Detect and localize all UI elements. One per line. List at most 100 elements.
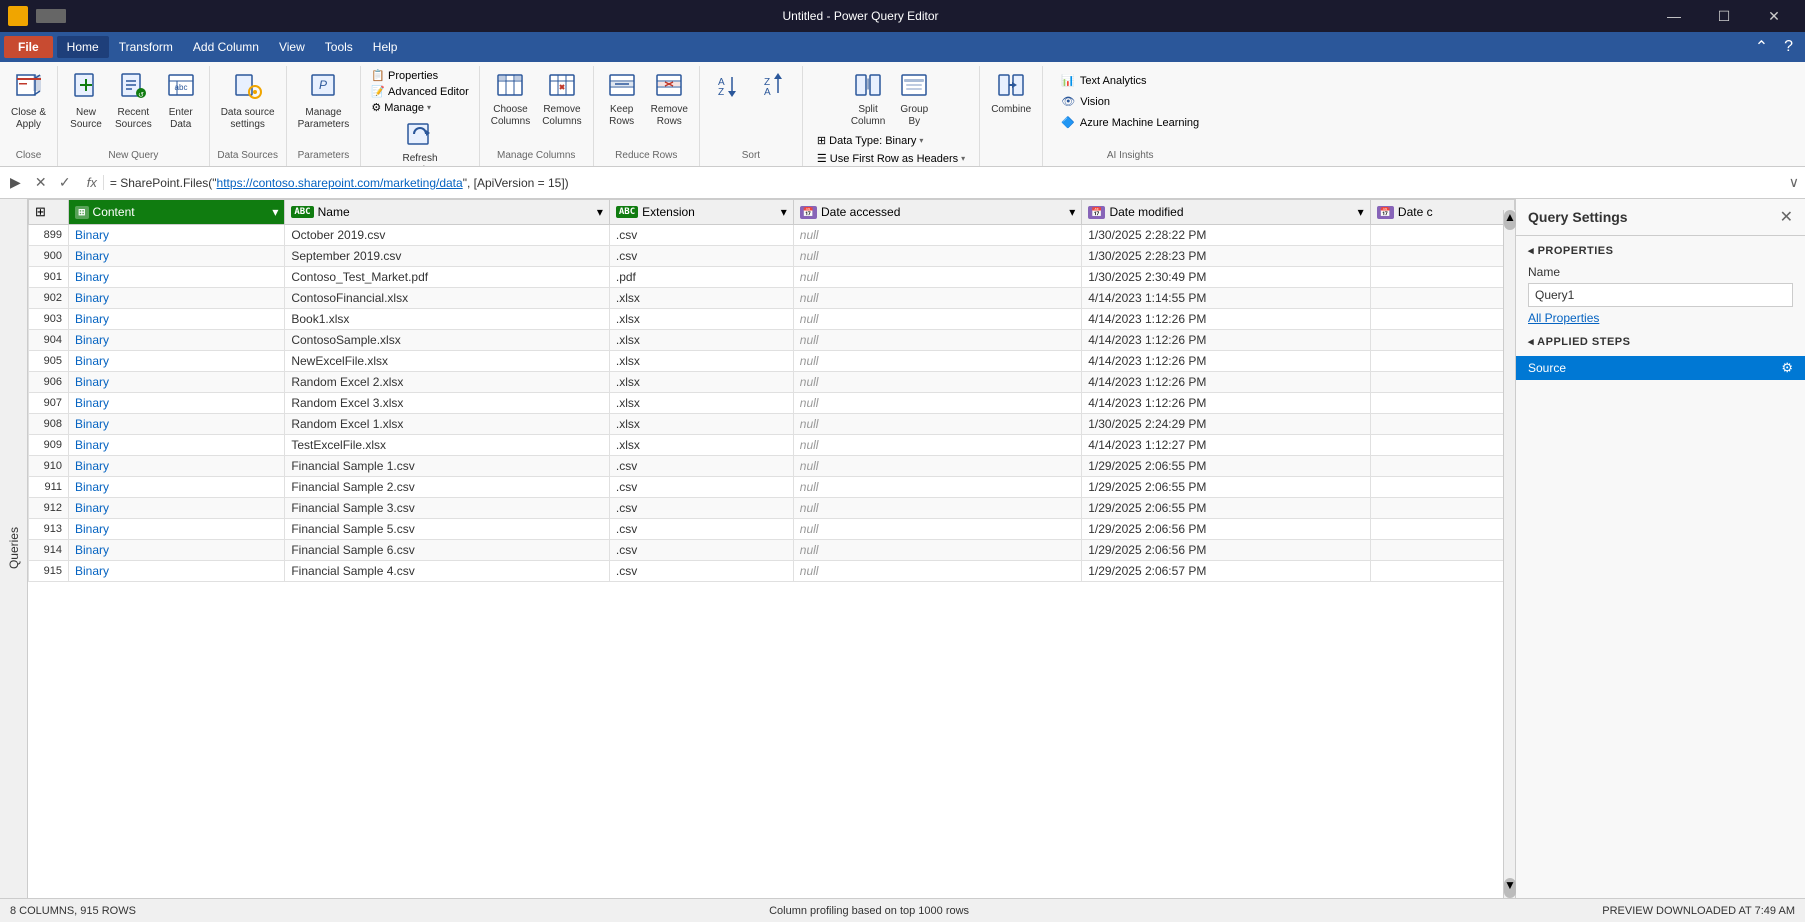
table-row: 907 Binary Random Excel 3.xlsx .xlsx nul… xyxy=(29,393,1515,414)
help-menu[interactable]: Help xyxy=(363,36,408,58)
vision-icon: 👁 xyxy=(1061,95,1075,108)
split-column-button[interactable]: | Split Column xyxy=(846,68,890,131)
sharepoint-url[interactable]: https://contoso.sharepoint.com/marketing… xyxy=(217,176,463,190)
formula-collapse-button[interactable]: ∨ xyxy=(1789,174,1799,191)
binary-link[interactable]: Binary xyxy=(75,291,109,305)
scroll-up-arrow[interactable]: ▲ xyxy=(1504,210,1515,230)
transform-menu[interactable]: Transform xyxy=(109,36,183,58)
binary-link[interactable]: Binary xyxy=(75,396,109,410)
extension-cell: .xlsx xyxy=(609,309,793,330)
binary-link[interactable]: Binary xyxy=(75,480,109,494)
scroll-down-arrow[interactable]: ▼ xyxy=(1504,878,1515,898)
binary-link[interactable]: Binary xyxy=(75,417,109,431)
combine-button[interactable]: Combine xyxy=(986,68,1036,119)
binary-link[interactable]: Binary xyxy=(75,333,109,347)
app-title: Untitled - Power Query Editor xyxy=(78,9,1643,23)
view-menu[interactable]: View xyxy=(269,36,315,58)
extension-cell: .xlsx xyxy=(609,435,793,456)
svg-text:Z: Z xyxy=(718,87,724,98)
choose-columns-button[interactable]: Choose Columns xyxy=(486,68,535,131)
ribbon-group-data-sources: Data source settings Data Sources xyxy=(210,66,287,166)
binary-link[interactable]: Binary xyxy=(75,564,109,578)
use-first-row-label: Use First Row as Headers xyxy=(830,153,958,165)
help-icon-button[interactable]: ? xyxy=(1776,34,1801,60)
date-modified-col-header: 📅 Date modified ▾ xyxy=(1082,200,1370,225)
remove-columns-button[interactable]: Remove Columns xyxy=(537,68,586,131)
date-accessed-value: null xyxy=(800,291,819,305)
keep-rows-button[interactable]: Keep Rows xyxy=(600,68,644,131)
formula-input[interactable]: = SharePoint.Files("https://contoso.shar… xyxy=(110,176,1783,190)
binary-link[interactable]: Binary xyxy=(75,501,109,515)
date-created-cell xyxy=(1370,414,1514,435)
binary-link[interactable]: Binary xyxy=(75,459,109,473)
ribbon-group-query: 📋 Properties 📝 Advanced Editor ⚙ Manage … xyxy=(361,66,479,166)
binary-link[interactable]: Binary xyxy=(75,375,109,389)
use-first-row-button[interactable]: ☰ Use First Row as Headers ▾ xyxy=(813,151,969,166)
formula-confirm-button[interactable]: ✓ xyxy=(55,174,75,191)
tools-menu[interactable]: Tools xyxy=(315,36,363,58)
date-modified-col-filter[interactable]: ▾ xyxy=(1358,205,1364,219)
date-modified-cell: 1/29/2025 2:06:55 PM xyxy=(1082,498,1370,519)
binary-link[interactable]: Binary xyxy=(75,522,109,536)
remove-rows-button[interactable]: Remove Rows xyxy=(646,68,693,131)
vision-button[interactable]: 👁 Vision xyxy=(1057,93,1114,110)
query-name-input[interactable] xyxy=(1528,283,1793,307)
content-col-filter[interactable]: ▾ xyxy=(272,205,278,219)
recent-sources-label: Recent Sources xyxy=(115,107,152,131)
close-apply-button[interactable]: Close & Apply xyxy=(6,68,51,134)
step-source-gear[interactable]: ⚙ xyxy=(1781,360,1793,376)
file-menu[interactable]: File xyxy=(4,36,53,58)
expand-panel-button[interactable]: ▶ xyxy=(6,172,25,193)
sort-az-button[interactable]: A Z xyxy=(706,68,750,105)
ribbon-group-parameters: P Manage Parameters Parameters xyxy=(287,66,362,166)
binary-link[interactable]: Binary xyxy=(75,543,109,557)
row-num-cell: 914 xyxy=(29,540,69,561)
close-button[interactable]: ✕ xyxy=(1751,0,1797,32)
manage-parameters-button[interactable]: P Manage Parameters xyxy=(293,68,355,134)
refresh-preview-button[interactable]: Refresh Preview xyxy=(392,117,448,167)
minimize-button[interactable]: — xyxy=(1651,0,1697,32)
status-preview-time: PREVIEW DOWNLOADED AT 7:49 AM xyxy=(1602,905,1795,917)
home-menu[interactable]: Home xyxy=(57,36,109,58)
date-accessed-value: null xyxy=(800,354,819,368)
binary-link[interactable]: Binary xyxy=(75,354,109,368)
enter-data-button[interactable]: abc Enter Data xyxy=(159,68,203,134)
binary-link[interactable]: Binary xyxy=(75,270,109,284)
advanced-editor-button[interactable]: 📝 Advanced Editor xyxy=(367,84,472,99)
azure-ml-button[interactable]: 🔷 Azure Machine Learning xyxy=(1057,114,1203,131)
vertical-scrollbar[interactable]: ▲ ▼ xyxy=(1503,210,1515,898)
recent-sources-button[interactable]: ↺ Recent Sources xyxy=(110,68,157,134)
text-analytics-button[interactable]: 📊 Text Analytics xyxy=(1057,72,1150,89)
sort-za-button[interactable]: Z A xyxy=(752,68,796,105)
collapse-ribbon-button[interactable]: ⌃ xyxy=(1747,33,1776,61)
data-source-settings-button[interactable]: Data source settings xyxy=(216,68,280,134)
binary-link[interactable]: Binary xyxy=(75,438,109,452)
group-by-button[interactable]: Group By xyxy=(892,68,936,131)
date-accessed-cell: null xyxy=(793,246,1081,267)
all-properties-link[interactable]: All Properties xyxy=(1516,309,1805,327)
close-apply-label: Close & Apply xyxy=(11,107,46,131)
date-accessed-col-header: 📅 Date accessed ▾ xyxy=(793,200,1081,225)
binary-link[interactable]: Binary xyxy=(75,249,109,263)
properties-button[interactable]: 📋 Properties xyxy=(367,68,442,83)
expand-all-icon[interactable]: ⊞ xyxy=(35,204,46,220)
date-created-cell xyxy=(1370,498,1514,519)
date-accessed-col-filter[interactable]: ▾ xyxy=(1069,205,1075,219)
formula-cancel-button[interactable]: ✕ xyxy=(31,174,51,191)
data-type-button[interactable]: ⊞ Data Type: Binary ▾ xyxy=(813,133,969,148)
queries-panel[interactable]: Queries xyxy=(0,199,28,898)
name-col-filter[interactable]: ▾ xyxy=(597,205,603,219)
step-source[interactable]: Source ⚙ xyxy=(1516,356,1805,380)
binary-link[interactable]: Binary xyxy=(75,312,109,326)
grid-scroll[interactable]: ⊞ ⊞ Content ▾ ABC xyxy=(28,199,1515,898)
maximize-button[interactable]: ☐ xyxy=(1701,0,1747,32)
name-cell: Financial Sample 5.csv xyxy=(285,519,610,540)
manage-button[interactable]: ⚙ Manage ▾ xyxy=(367,100,435,115)
new-source-button[interactable]: New Source xyxy=(64,68,108,134)
binary-link[interactable]: Binary xyxy=(75,228,109,242)
add-column-menu[interactable]: Add Column xyxy=(183,36,269,58)
date-created-cell xyxy=(1370,288,1514,309)
row-num-cell: 911 xyxy=(29,477,69,498)
query-settings-close-button[interactable]: ✕ xyxy=(1780,207,1793,227)
extension-col-filter[interactable]: ▾ xyxy=(781,205,787,219)
